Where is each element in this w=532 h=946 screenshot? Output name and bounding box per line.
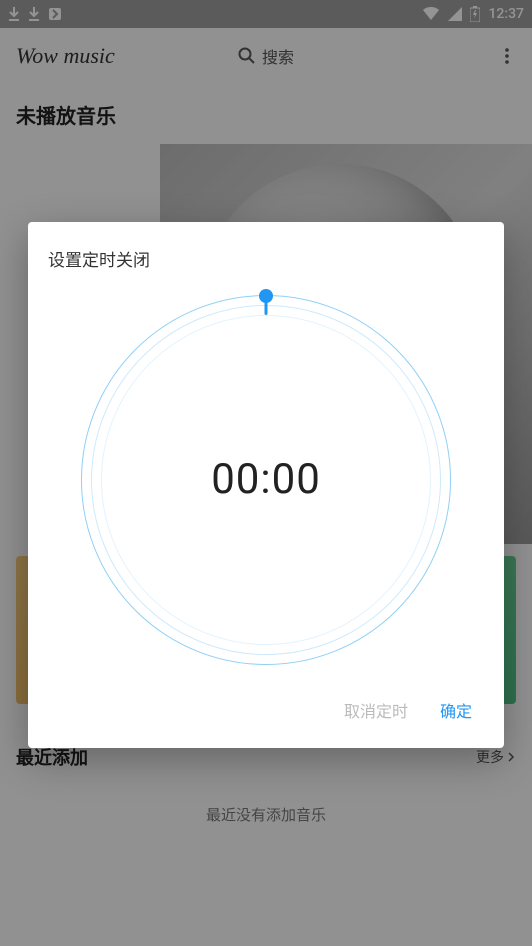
dialog-actions: 取消定时 确定: [48, 680, 484, 740]
screen-root: 12:37 Wow music 搜索 未播放音乐 最近添加 更多 最: [0, 0, 532, 946]
dial-container: 00:00: [48, 279, 484, 680]
sleep-timer-dialog: 设置定时关闭 00:00 取消定时 确定: [28, 222, 504, 748]
confirm-button[interactable]: 确定: [436, 692, 476, 728]
cancel-timer-button[interactable]: 取消定时: [340, 692, 412, 728]
timer-dial[interactable]: 00:00: [81, 295, 451, 665]
dialog-title: 设置定时关闭: [48, 246, 484, 271]
timer-value: 00:00: [81, 295, 451, 665]
